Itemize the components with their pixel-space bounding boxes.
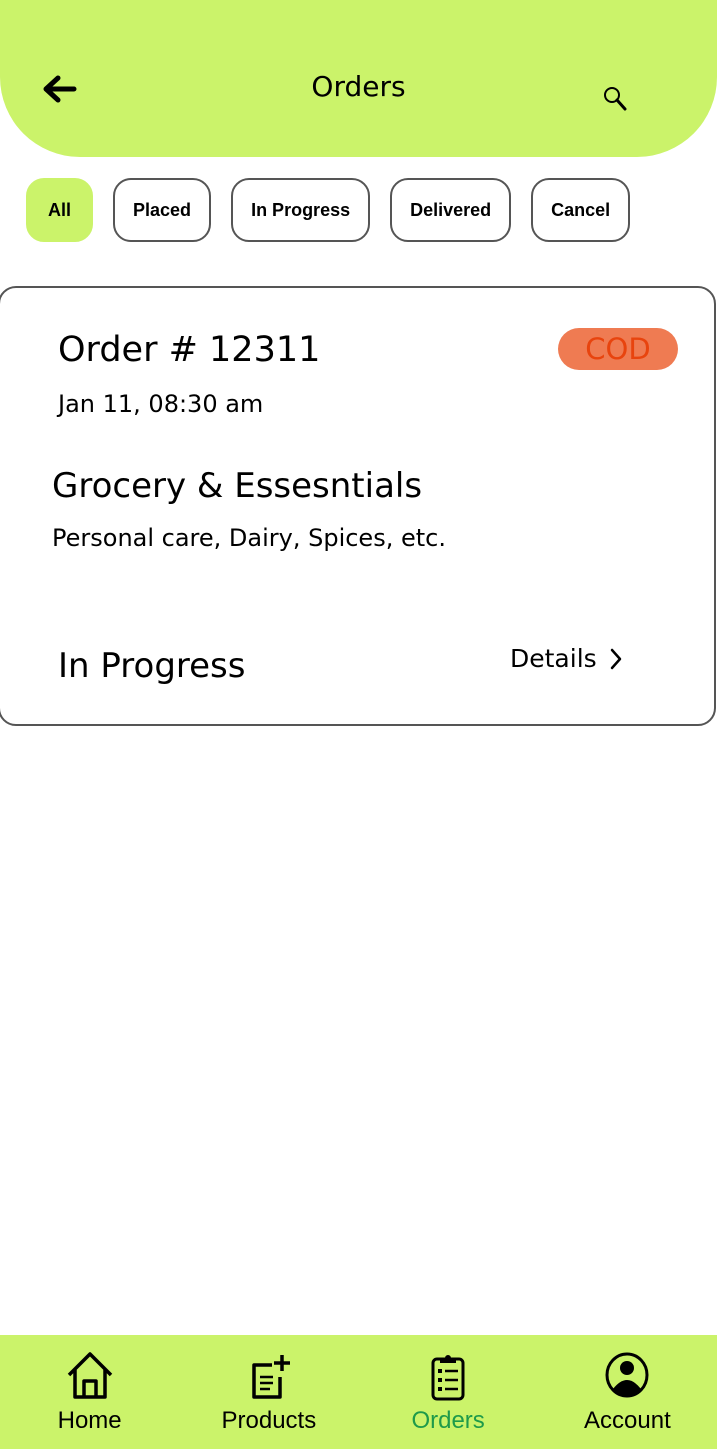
- clipboard-list-icon: [431, 1355, 465, 1401]
- filter-placed[interactable]: Placed: [113, 178, 212, 242]
- nav-home[interactable]: Home: [0, 1335, 179, 1449]
- add-note-icon: [252, 1355, 290, 1399]
- home-icon: [67, 1352, 112, 1399]
- app-header: Orders: [0, 0, 717, 157]
- nav-orders[interactable]: Orders: [359, 1335, 538, 1449]
- order-card[interactable]: Order # 12311 COD Jan 11, 08:30 am Groce…: [0, 286, 716, 726]
- payment-badge: COD: [558, 328, 678, 370]
- order-filter-tabs: All Placed In Progress Delivered Cancel: [26, 178, 631, 242]
- filter-all[interactable]: All: [26, 178, 94, 242]
- order-category: Grocery & Essesntials: [52, 466, 423, 506]
- details-link[interactable]: Details: [510, 644, 623, 673]
- nav-products-label: Products: [221, 1407, 317, 1434]
- nav-orders-label: Orders: [411, 1407, 485, 1434]
- filter-in-progress[interactable]: In Progress: [231, 178, 371, 242]
- search-button[interactable]: [600, 84, 634, 114]
- details-label: Details: [510, 644, 597, 673]
- order-status: In Progress: [58, 646, 246, 686]
- order-datetime: Jan 11, 08:30 am: [58, 390, 264, 418]
- bottom-navigation: Home Products Orders Account: [0, 1335, 717, 1449]
- search-icon: [604, 87, 627, 111]
- nav-account[interactable]: Account: [538, 1335, 717, 1449]
- nav-products[interactable]: Products: [179, 1335, 358, 1449]
- account-circle-icon: [605, 1352, 649, 1398]
- chevron-right-icon: [610, 648, 621, 669]
- filter-delivered[interactable]: Delivered: [390, 178, 512, 242]
- order-subcategories: Personal care, Dairy, Spices, etc.: [52, 524, 446, 552]
- nav-home-label: Home: [57, 1407, 122, 1434]
- nav-account-label: Account: [584, 1407, 671, 1434]
- order-number: Order # 12311: [58, 330, 321, 370]
- filter-cancel[interactable]: Cancel: [531, 178, 631, 242]
